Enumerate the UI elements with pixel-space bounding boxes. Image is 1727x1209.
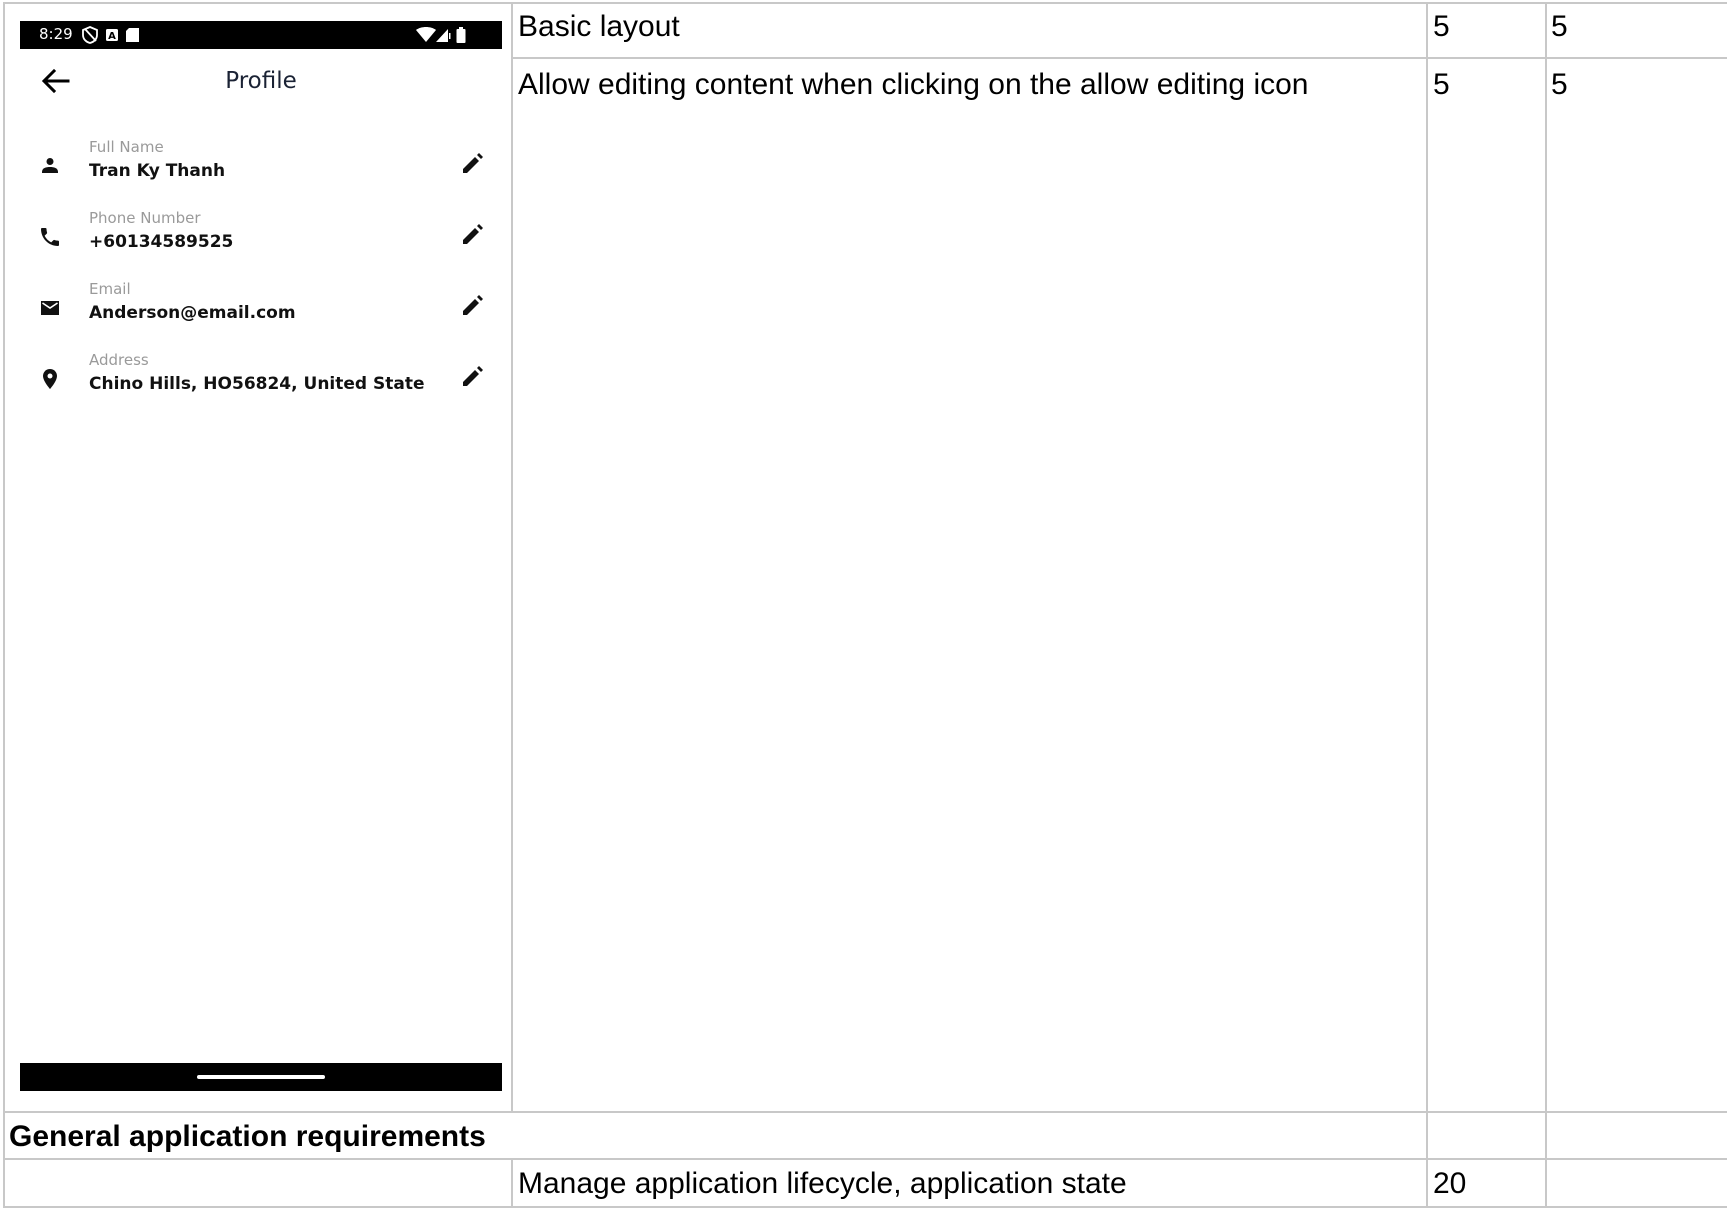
status-right-icons xyxy=(416,26,472,49)
phone-icon xyxy=(41,228,59,246)
table-col-divider-1-bottom xyxy=(511,1158,513,1208)
svg-text:A: A xyxy=(108,31,116,42)
section-heading: General application requirements xyxy=(9,1120,486,1153)
pencil-icon xyxy=(463,295,483,315)
pencil-icon xyxy=(463,153,483,173)
table-border-row3 xyxy=(3,1158,1727,1160)
score-allow-editing-max: 5 xyxy=(1433,68,1450,101)
edit-email-button[interactable] xyxy=(458,292,486,320)
navigation-bar xyxy=(20,1063,502,1091)
pencil-icon xyxy=(463,366,483,386)
requirement-basic-layout: Basic layout xyxy=(518,10,680,43)
sd-card-icon xyxy=(126,28,139,42)
location-pin-icon xyxy=(43,369,57,389)
field-email: Email Anderson@email.com xyxy=(20,280,502,344)
signal-icon xyxy=(436,29,451,42)
table-border-left xyxy=(3,2,5,1208)
score-allow-editing-achieved: 5 xyxy=(1551,68,1568,101)
battery-icon xyxy=(456,27,466,43)
edit-address-button[interactable] xyxy=(458,363,486,391)
field-full-name: Full Name Tran Ky Thanh xyxy=(20,138,502,202)
field-value-phone-number: +60134589525 xyxy=(89,232,234,252)
status-bar: 8:29 A xyxy=(20,21,502,49)
person-icon xyxy=(42,158,58,173)
table-col-divider-2 xyxy=(1426,2,1428,1208)
field-phone-number: Phone Number +60134589525 xyxy=(20,209,502,273)
score-lifecycle-max: 20 xyxy=(1433,1167,1467,1200)
score-basic-layout-max: 5 xyxy=(1433,10,1450,43)
field-label-address: Address xyxy=(89,351,149,369)
mail-icon xyxy=(41,301,59,315)
field-address: Address Chino Hills, HO56824, United Sta… xyxy=(20,351,502,415)
table-col-divider-3 xyxy=(1545,2,1547,1208)
score-basic-layout-achieved: 5 xyxy=(1551,10,1568,43)
table-col-divider-1-top xyxy=(511,2,513,1113)
edit-full-name-button[interactable] xyxy=(458,150,486,178)
field-value-full-name: Tran Ky Thanh xyxy=(89,161,226,181)
table-border-bottom xyxy=(3,1206,1727,1208)
field-value-email: Anderson@email.com xyxy=(89,303,296,323)
status-left-icons: A xyxy=(82,26,152,49)
field-value-address: Chino Hills, HO56824, United State xyxy=(89,374,425,394)
field-label-email: Email xyxy=(89,280,131,298)
app-bar: Profile xyxy=(20,51,502,111)
requirement-lifecycle: Manage application lifecycle, applicatio… xyxy=(518,1167,1127,1200)
field-label-full-name: Full Name xyxy=(89,138,164,156)
home-gesture-handle[interactable] xyxy=(197,1075,325,1079)
field-label-phone-number: Phone Number xyxy=(89,209,201,227)
a-icon: A xyxy=(106,29,118,42)
table-border-top xyxy=(3,2,1727,4)
edit-phone-number-button[interactable] xyxy=(458,221,486,249)
phone-screenshot: 8:29 A Profile Full Name Tran Ky Thanh P… xyxy=(20,21,502,1091)
table-border-row2 xyxy=(3,1111,1727,1113)
wifi-icon xyxy=(416,27,436,42)
pencil-icon xyxy=(463,224,483,244)
shield-icon xyxy=(82,26,98,44)
requirement-allow-editing: Allow editing content when clicking on t… xyxy=(518,68,1309,101)
page-title: Profile xyxy=(225,68,297,94)
status-time: 8:29 xyxy=(39,25,73,43)
